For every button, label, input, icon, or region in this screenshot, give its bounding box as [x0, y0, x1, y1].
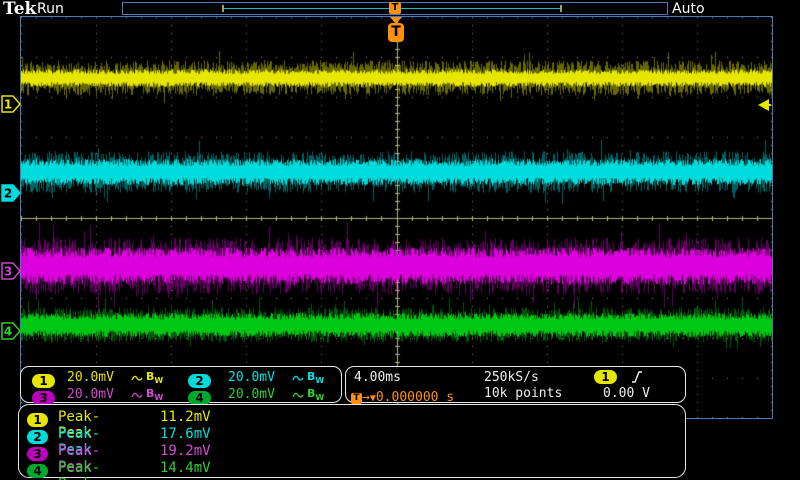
ch2-badge[interactable]: 2	[188, 374, 211, 388]
ch1-ground-marker[interactable]: 1	[1, 95, 21, 113]
meas-ch3-badge: 3	[27, 447, 48, 461]
trigger-delay-value: 0.000000 s	[376, 390, 454, 405]
trigger-t-icon: T	[351, 393, 362, 404]
meas-ch1-value: 11.2mV	[160, 409, 211, 425]
meas-ch3-value: 19.2mV	[160, 443, 211, 459]
ch1-ac-coupling-icon	[131, 373, 145, 383]
ch2-marker-number: 2	[4, 187, 12, 201]
ch4-ground-marker[interactable]: 4	[1, 322, 21, 340]
record-bracket-right-icon	[560, 5, 562, 12]
record-bracket-left-icon	[222, 5, 224, 12]
trigger-slope-rising-icon	[630, 370, 643, 384]
ch1-bandwidth-icon: BW	[146, 370, 163, 385]
trigger-mode-label: Auto	[672, 1, 705, 17]
ch3-ground-marker[interactable]: 3	[1, 262, 21, 280]
oscilloscope-screen: Tek Run T Auto T 1 2 3 4 1 20.0mV	[0, 0, 800, 480]
trigger-position-badge[interactable]: T	[388, 23, 404, 42]
measurement-row-ch3: 3 Peak-Peak 19.2mV	[27, 443, 48, 459]
meas-ch1-badge: 1	[27, 413, 48, 427]
ch3-bandwidth-icon: BW	[146, 387, 163, 402]
ch3-scale: 20.0mV	[67, 387, 114, 402]
ch4-badge[interactable]: 4	[188, 391, 211, 405]
acquisition-state: Run	[37, 1, 64, 17]
ch3-marker-number: 3	[4, 265, 12, 279]
ch2-bandwidth-icon: BW	[307, 370, 324, 385]
measurement-row-ch1: 1 Peak-Peak 11.2mV	[27, 409, 48, 425]
delay-arrow-icon: →	[362, 390, 370, 405]
ch1-scale: 20.0mV	[67, 370, 114, 385]
measurement-row-ch2: 2 Peak-Peak 17.6mV	[27, 426, 48, 442]
channel-readout-box: 1 20.0mV BW 2 20.0mV BW 3 20.0mV BW	[20, 366, 342, 403]
ch4-scale: 20.0mV	[228, 387, 275, 402]
ch1-marker-number: 1	[4, 98, 12, 112]
ch3-badge[interactable]: 3	[32, 391, 55, 405]
ch4-ac-coupling-icon	[292, 390, 306, 400]
trigger-source-badge[interactable]: 1	[594, 370, 617, 384]
ch4-marker-number: 4	[4, 325, 12, 339]
meas-ch4-label: Peak-Peak	[58, 460, 100, 480]
trigger-level-arrow-icon[interactable]	[755, 99, 771, 111]
ch2-ground-marker[interactable]: 2	[1, 184, 21, 202]
record-view-bar: T	[122, 2, 668, 15]
ch1-badge[interactable]: 1	[32, 374, 55, 388]
ch2-ac-coupling-icon	[292, 373, 306, 383]
graticule	[20, 16, 773, 419]
meas-ch4-badge: 4	[27, 464, 48, 478]
meas-ch4-value: 14.4mV	[160, 460, 211, 476]
ch3-ac-coupling-icon	[131, 390, 145, 400]
meas-ch2-badge: 2	[27, 430, 48, 444]
measurement-row-ch4: 4 Peak-Peak 14.4mV	[27, 460, 48, 476]
meas-ch2-value: 17.6mV	[160, 426, 211, 442]
waveform-canvas	[21, 17, 772, 418]
ch2-scale: 20.0mV	[228, 370, 275, 385]
measurement-box: 1 Peak-Peak 11.2mV 2 Peak-Peak 17.6mV 3 …	[18, 404, 686, 478]
sample-rate: 250kS/s	[484, 370, 539, 385]
trigger-level-value[interactable]: 0.00 V	[603, 386, 650, 401]
time-per-div[interactable]: 4.00ms	[354, 370, 401, 385]
trigger-delay-readout[interactable]: T→▼0.000000 s	[351, 386, 454, 405]
record-length: 10k points	[484, 386, 562, 401]
horizontal-trigger-readout-box: 4.00ms 250kS/s 1 T→▼0.000000 s 10k point…	[345, 366, 686, 403]
ch4-bandwidth-icon: BW	[307, 387, 324, 402]
record-trigger-flag-icon[interactable]: T	[389, 2, 401, 14]
